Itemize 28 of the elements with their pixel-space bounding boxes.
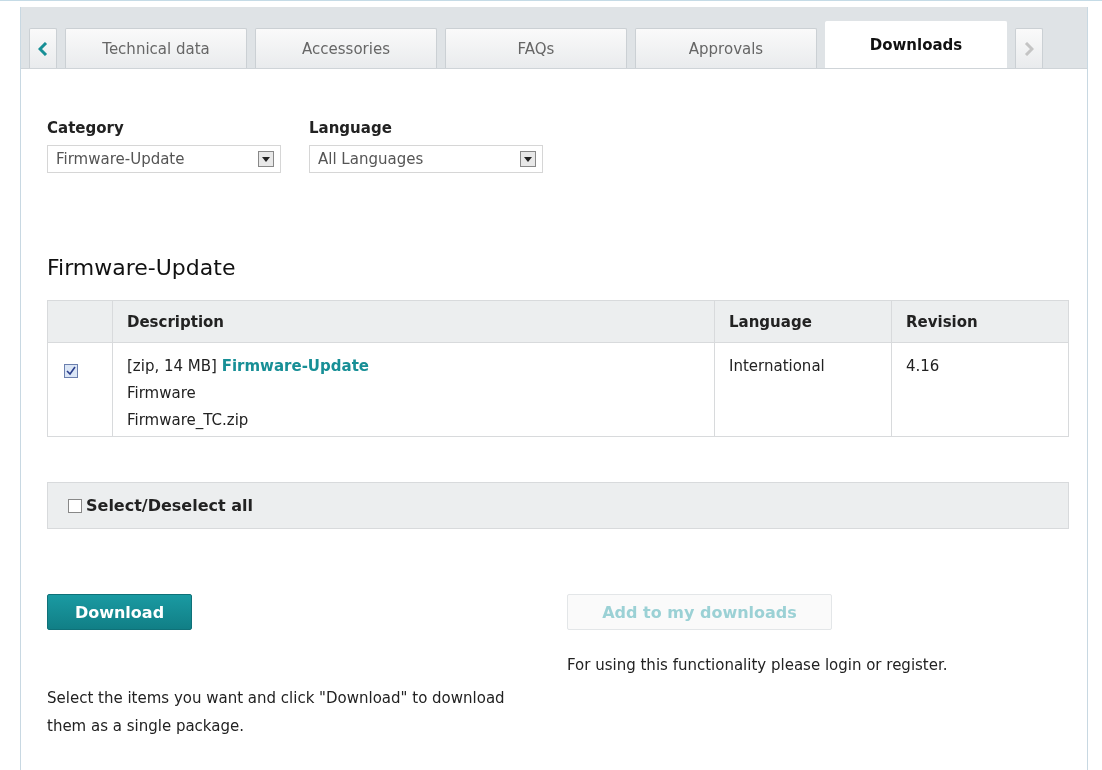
- column-header: Language: [714, 300, 892, 343]
- chevron-left-icon: [38, 41, 48, 56]
- dropdown[interactable]: Firmware-Update: [47, 145, 281, 173]
- revision-cell: 4.16: [906, 357, 940, 375]
- tab[interactable]: Approvals: [635, 28, 817, 68]
- file-meta: [zip, 14 MB]: [127, 357, 217, 375]
- filter-label: Language: [309, 119, 393, 137]
- help-text: Select the items you want and click "Download" to download them as a single package.: [47, 688, 506, 737]
- chevron-right-icon: [1024, 41, 1034, 56]
- tab[interactable]: Technical data: [65, 28, 247, 68]
- column-header: Description: [112, 300, 715, 343]
- tab[interactable]: Accessories: [255, 28, 437, 68]
- checkbox[interactable]: [64, 363, 78, 378]
- section-title: Firmware-Update: [47, 255, 237, 280]
- login-note: For using this functionality please login or register.: [567, 656, 949, 674]
- language-cell: International: [729, 357, 825, 375]
- download-button[interactable]: Download: [47, 594, 192, 630]
- file-name: Firmware_TC.zip: [127, 410, 250, 431]
- dropdown[interactable]: All Languages: [309, 145, 543, 173]
- tab[interactable]: Downloads: [825, 21, 1007, 68]
- file-link[interactable]: Firmware-Update: [221, 357, 369, 375]
- checkbox[interactable]: [68, 498, 82, 513]
- file-type: Firmware: [127, 383, 197, 404]
- previous-tab-button[interactable]: [29, 28, 57, 68]
- select-all-label: Select/Deselect all: [86, 496, 253, 515]
- filter-label: Category: [47, 119, 125, 137]
- tab[interactable]: FAQs: [445, 28, 627, 68]
- column-header: Revision: [891, 300, 1069, 343]
